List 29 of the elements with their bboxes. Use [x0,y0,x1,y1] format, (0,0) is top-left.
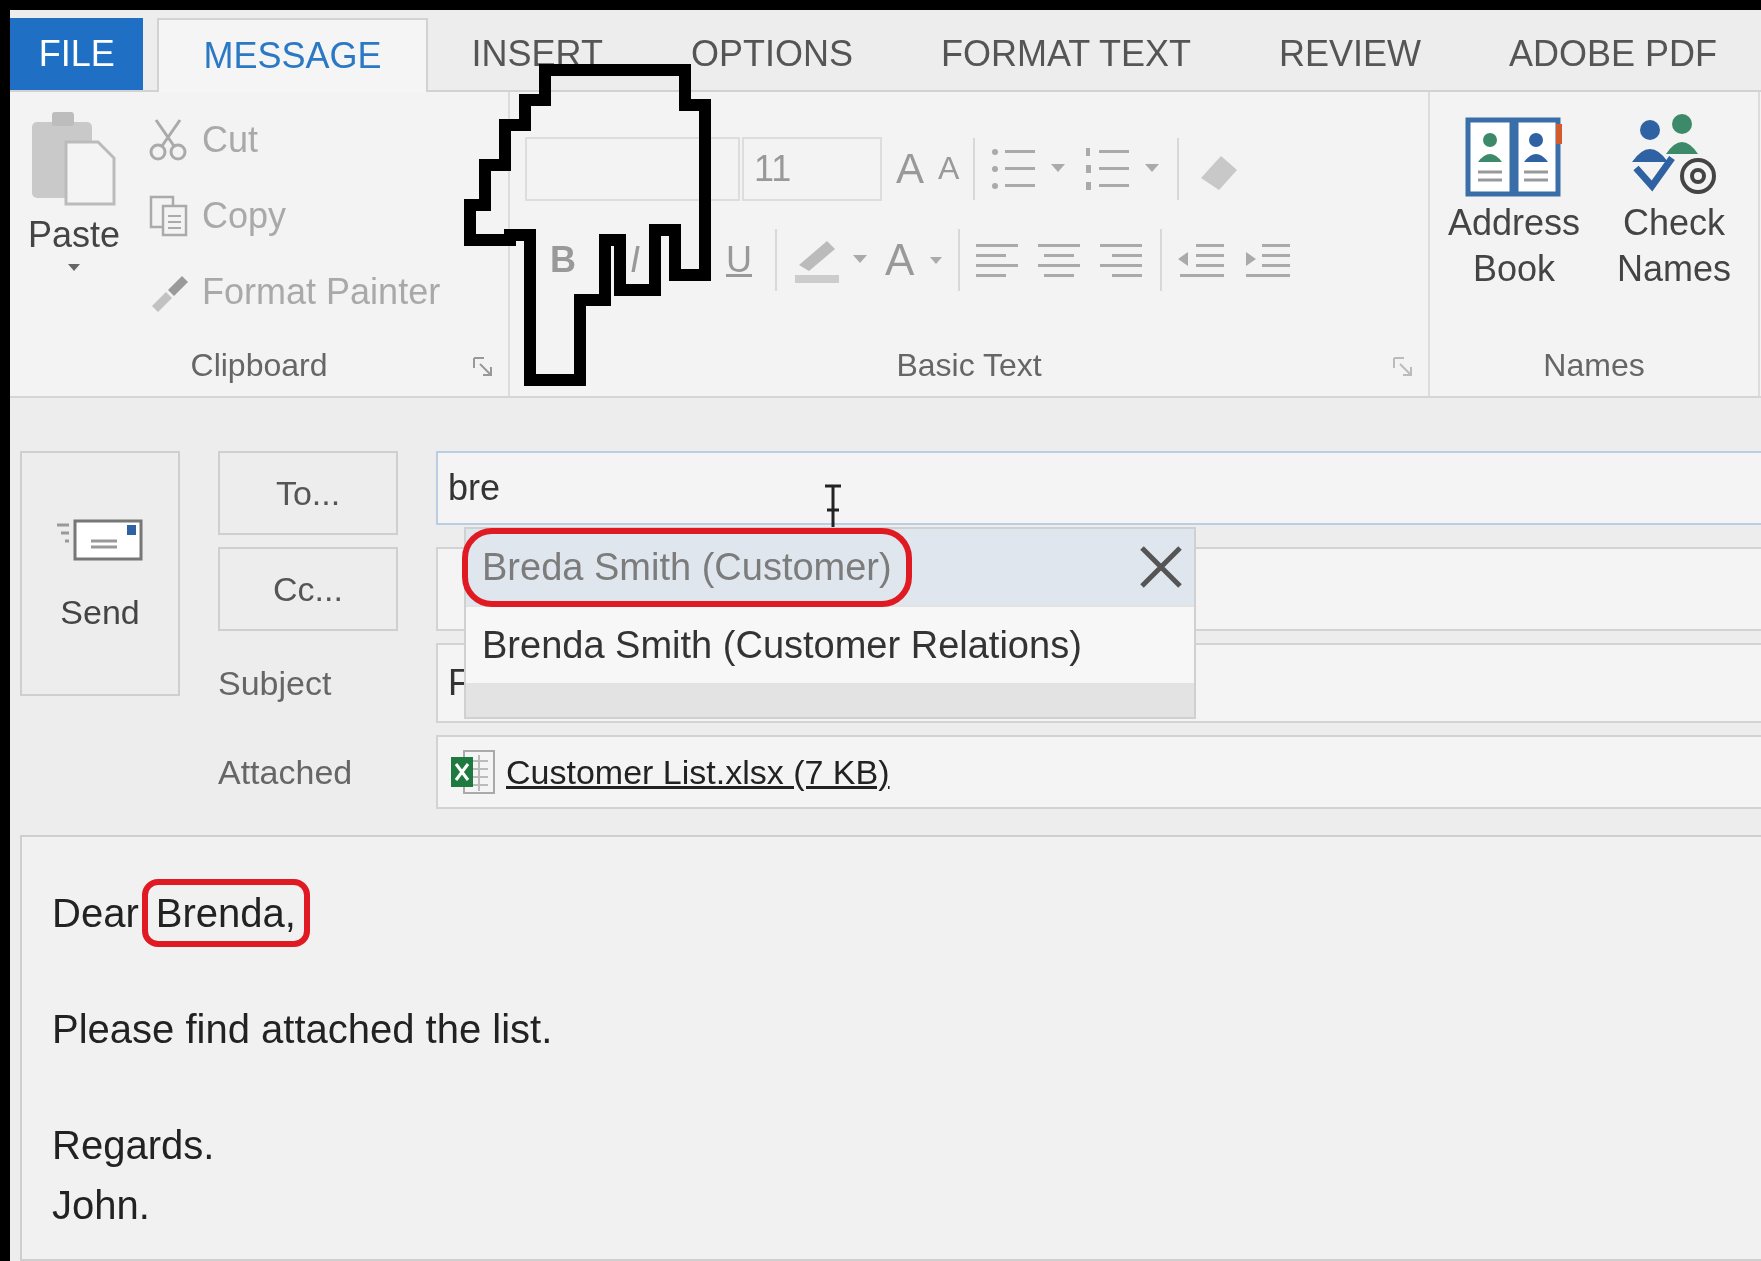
body-paragraph: Please find attached the list. [52,1006,554,1053]
group-label: Basic Text [896,346,1042,384]
caret-icon [928,254,945,265]
closing-line: Regards. [52,1122,216,1169]
ribbon-tab[interactable]: FILE [10,18,144,90]
autocomplete-item[interactable]: Brenda Smith (Customer Relations) [466,607,1194,683]
attached-label: Attached [218,752,354,792]
to-button[interactable]: To... [218,451,398,535]
caret-icon [66,262,83,272]
dialog-launcher-icon[interactable] [472,356,494,378]
close-icon[interactable] [1138,545,1184,589]
address-book-button[interactable]: Address Book [1439,110,1589,334]
closing-line: John. [52,1182,151,1229]
ribbon-tab[interactable]: OPTIONS [646,18,897,90]
ribbon-tab[interactable]: INSERT [427,18,647,90]
ribbon-tab[interactable]: FORMAT TEXT [896,18,1235,90]
subject-label: Subject [218,663,333,703]
group-label: Clipboard [190,346,328,384]
ribbon-tab[interactable]: ADOBE PDF [1464,18,1761,90]
spreadsheet-icon [448,747,498,797]
ribbon-tab[interactable]: REVIEW [1234,18,1465,90]
ribbon-tab[interactable]: MESSAGE [157,18,428,92]
send-button[interactable]: Send [20,451,180,696]
check-names-button[interactable]: Check Names [1599,110,1749,334]
group-label: Names [1543,346,1645,384]
cc-button[interactable]: Cc... [218,547,398,631]
paste-button[interactable]: Paste [28,108,121,334]
message-body[interactable]: Dear Brenda, Please find attached the list. Regards. John. [20,835,1761,1261]
attachment-link[interactable]: Customer List.xlsx (7 KB) [506,752,890,792]
